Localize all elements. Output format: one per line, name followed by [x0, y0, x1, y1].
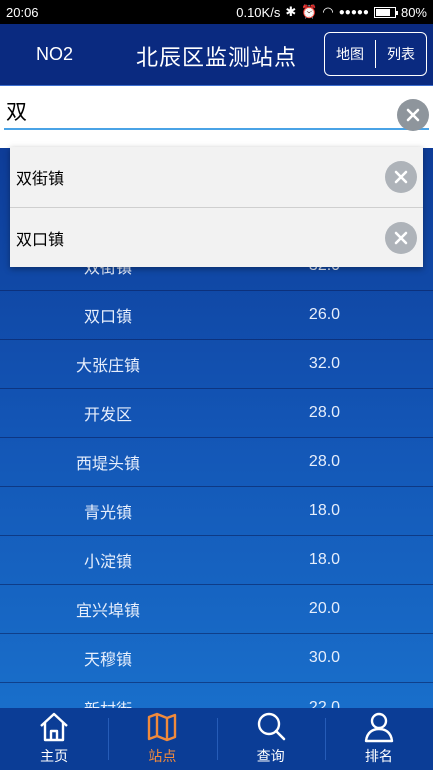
table-row[interactable]: 宜兴埠镇 20.0: [0, 585, 433, 634]
table-row[interactable]: 小淀镇 18.0: [0, 536, 433, 585]
table-row[interactable]: 青光镇 18.0: [0, 487, 433, 536]
remove-suggestion-icon[interactable]: [385, 161, 417, 193]
station-name: 天穆镇: [83, 650, 132, 669]
map-view-button[interactable]: 地图: [325, 44, 375, 64]
station-value: 18.0: [308, 502, 341, 519]
nav-label: 查询: [256, 749, 285, 765]
view-toggle: 地图 列表: [324, 32, 427, 76]
station-value: 32.0: [308, 355, 341, 372]
status-time: 20:06: [6, 4, 39, 20]
table-row[interactable]: 开发区 28.0: [0, 389, 433, 438]
signal-strength: ●●●●●: [338, 6, 369, 18]
station-name: 开发区: [83, 405, 132, 424]
nav-label: 站点: [148, 749, 177, 765]
alarm-icon: ⏰: [301, 4, 318, 19]
table-row[interactable]: 双口镇 26.0: [0, 291, 433, 340]
bluetooth-icon: ✱: [285, 4, 297, 19]
station-value: 18.0: [308, 551, 341, 568]
nav-label: 主页: [40, 749, 69, 765]
remove-suggestion-icon[interactable]: [385, 222, 417, 254]
user-icon: [364, 712, 394, 743]
table-row[interactable]: 天穆镇 30.0: [0, 634, 433, 683]
clear-search-icon[interactable]: [397, 99, 429, 131]
network-speed: 0.10K/s: [236, 4, 281, 20]
table-row[interactable]: 大张庄镇 32.0: [0, 340, 433, 389]
nav-home[interactable]: 主页: [0, 708, 108, 770]
station-value: 30.0: [308, 649, 341, 666]
station-value: 26.0: [308, 306, 341, 323]
station-name: 小淀镇: [83, 552, 132, 571]
bottom-nav: 主页 站点 查询 排名: [0, 708, 433, 770]
search-icon: [257, 712, 285, 741]
search-input[interactable]: [4, 94, 429, 130]
nav-ranking[interactable]: 排名: [324, 708, 433, 770]
status-indicators: 0.10K/s ✱ ⏰ ◠ ●●●●● 80%: [236, 4, 427, 20]
suggestion-label: 双口镇: [16, 229, 65, 249]
list-view-button[interactable]: 列表: [376, 44, 426, 64]
wifi-icon: ◠: [322, 4, 334, 19]
home-icon: [40, 712, 68, 742]
station-name: 双口镇: [83, 307, 132, 326]
nav-label: 排名: [364, 749, 393, 765]
app-header: NO2 北辰区监测站点 地图 列表: [0, 24, 433, 86]
station-name: 青光镇: [83, 503, 132, 522]
battery-fill: [375, 8, 391, 16]
station-name: 西堤头镇: [75, 454, 140, 473]
battery-icon: [373, 6, 398, 18]
map-icon: [148, 712, 177, 742]
search-bar: [0, 86, 433, 148]
station-name: 大张庄镇: [75, 356, 140, 375]
suggestion-item[interactable]: 双口镇: [10, 207, 423, 267]
station-value: 28.0: [308, 404, 341, 421]
battery-level: 80%: [400, 4, 427, 20]
suggestion-item[interactable]: 双街镇: [10, 147, 423, 207]
status-bar: 20:06 0.10K/s ✱ ⏰ ◠ ●●●●● 80%: [0, 0, 433, 24]
station-value: 28.0: [308, 453, 341, 470]
suggestion-dropdown: 双街镇 双口镇: [10, 147, 423, 267]
nav-query[interactable]: 查询: [216, 708, 325, 770]
suggestion-label: 双街镇: [16, 169, 65, 188]
station-value: 20.0: [308, 600, 341, 617]
station-name: 宜兴埠镇: [75, 601, 140, 620]
table-row[interactable]: 西堤头镇 28.0: [0, 438, 433, 487]
nav-stations[interactable]: 站点: [108, 708, 216, 770]
